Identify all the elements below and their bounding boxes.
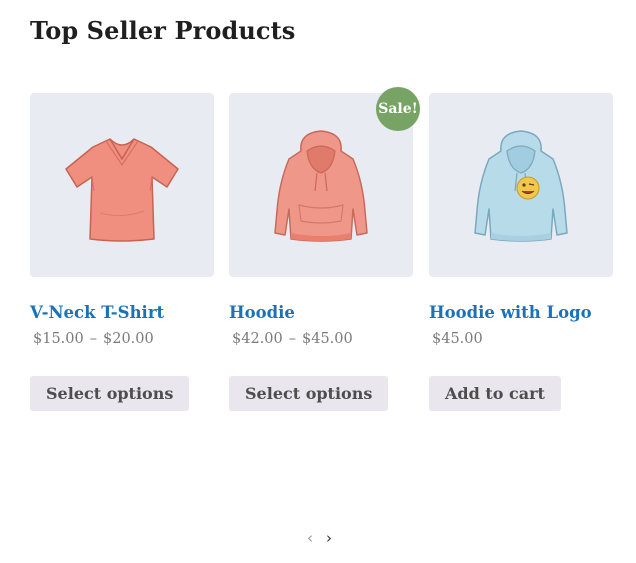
chevron-right-icon[interactable]: › — [326, 531, 332, 546]
price-currency: $ — [302, 331, 312, 347]
select-options-button[interactable]: Select options — [30, 376, 190, 411]
chevron-left-icon[interactable]: ‹ — [307, 531, 313, 546]
price-currency: $ — [33, 331, 43, 347]
price-currency: $ — [103, 331, 113, 347]
price-min: 15.00 — [42, 331, 84, 347]
product-price: $42.00– $45.00 — [232, 331, 413, 347]
price-separator: – — [288, 331, 296, 347]
product-image[interactable] — [30, 93, 214, 277]
product-name-link[interactable]: Hoodie with Logo — [429, 303, 613, 322]
section-title: Top Seller Products — [30, 16, 296, 45]
product-image[interactable]: Sale! — [229, 87, 420, 277]
add-to-cart-button[interactable]: Add to cart — [429, 376, 561, 411]
product-price: $45.00 — [432, 331, 613, 347]
product-card: Sale! Hoodie $42.00– $45.00 — [229, 87, 420, 347]
product-name-link[interactable]: Hoodie — [229, 303, 413, 322]
price-separator: – — [89, 331, 97, 347]
product-image[interactable] — [429, 93, 613, 277]
product-card: Hoodie with Logo $45.00 — [429, 93, 613, 347]
hoodie-with-logo-icon — [474, 130, 568, 242]
price-max: 45.00 — [311, 331, 353, 347]
product-list: V-Neck T-Shirt $15.00– $20.00 Sale! Hoodi… — [30, 87, 614, 423]
sale-badge: Sale! — [376, 87, 420, 131]
price-max: 20.00 — [112, 331, 154, 347]
select-options-button[interactable]: Select options — [229, 376, 389, 411]
price-currency: $ — [432, 331, 442, 347]
price-min: 42.00 — [241, 331, 283, 347]
product-card: V-Neck T-Shirt $15.00– $20.00 — [30, 93, 214, 347]
product-name-link[interactable]: V-Neck T-Shirt — [30, 303, 214, 322]
price-currency: $ — [232, 331, 242, 347]
product-price: $15.00– $20.00 — [33, 331, 214, 347]
price-value: 45.00 — [441, 331, 483, 347]
carousel-pager: ‹ › — [307, 531, 339, 546]
vneck-tshirt-icon — [65, 138, 179, 242]
